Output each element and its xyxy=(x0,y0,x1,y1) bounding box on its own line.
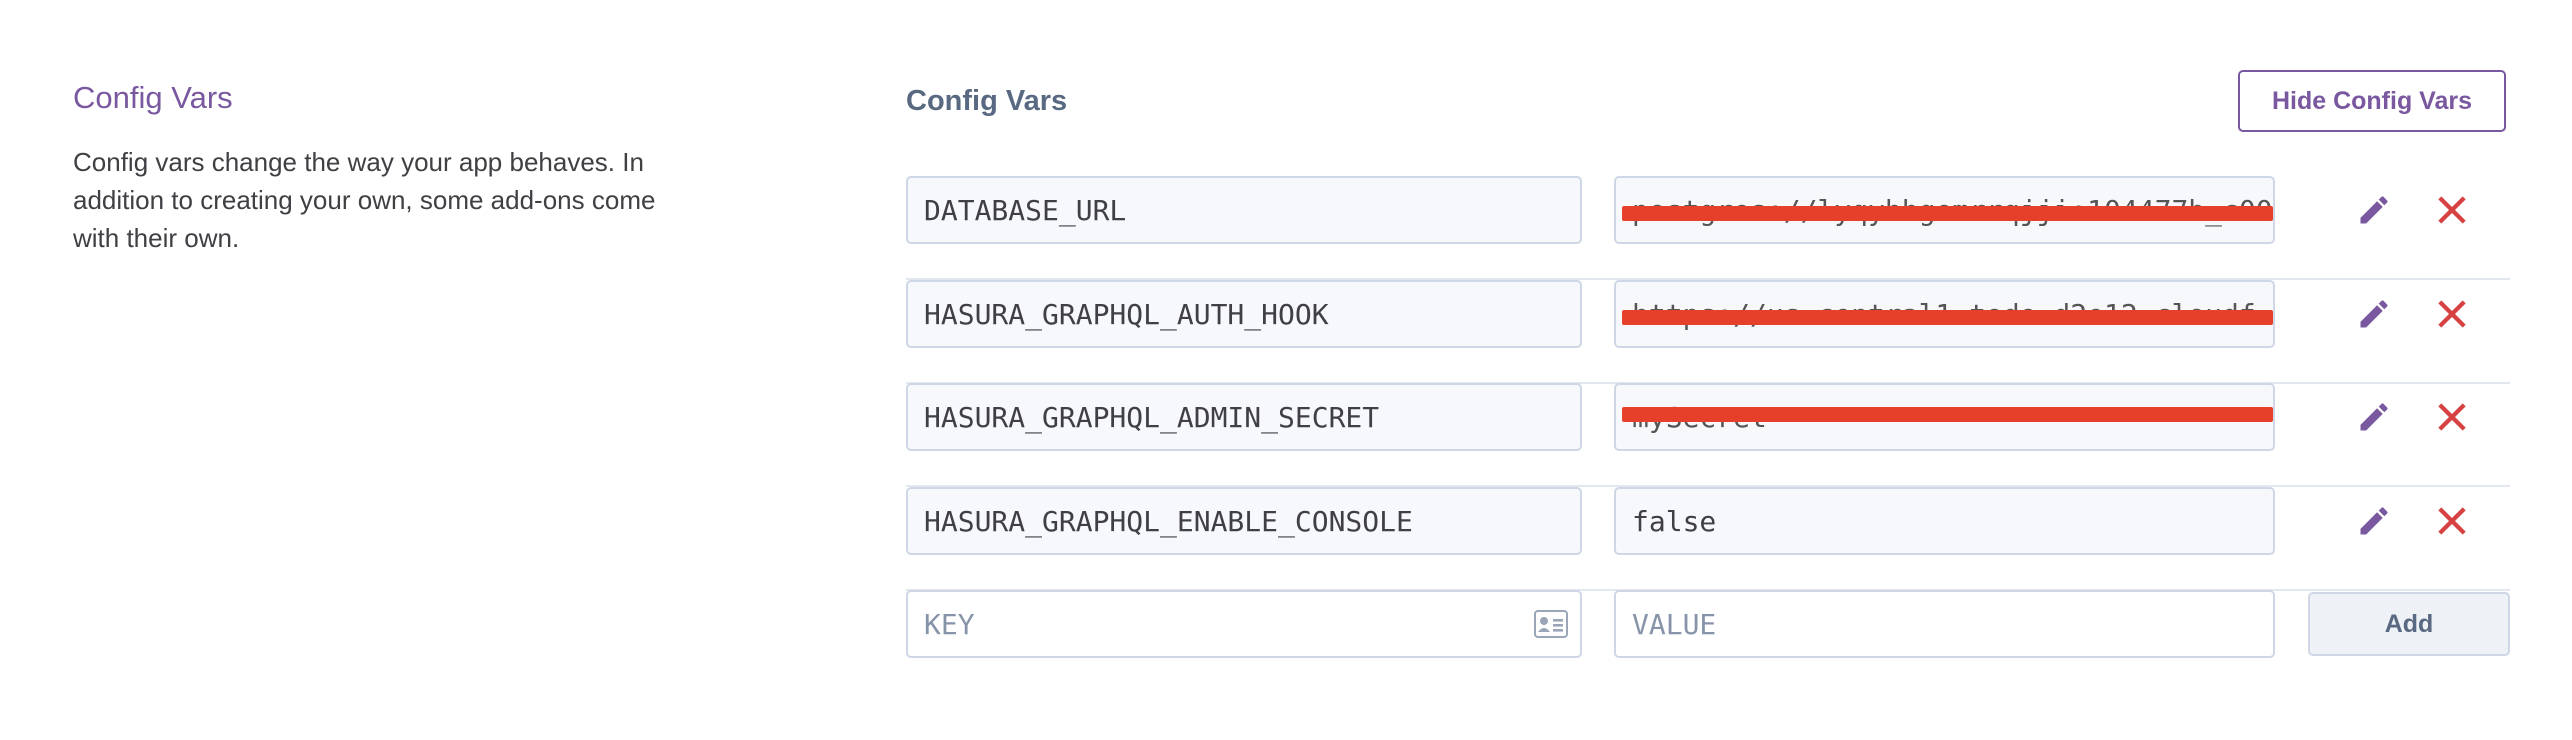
close-icon[interactable] xyxy=(2436,298,2468,330)
section-description-text: Config vars change the way your app beha… xyxy=(73,147,656,253)
hide-config-vars-button[interactable]: Hide Config Vars xyxy=(2238,70,2506,132)
pencil-icon[interactable] xyxy=(2356,399,2392,435)
config-var-value[interactable]: postgres://lyqyhhgemrrqjji:104477b_c00 xyxy=(1614,176,2275,244)
config-var-key-text: HASURA_GRAPHQL_ENABLE_CONSOLE xyxy=(924,504,1413,538)
new-key-field xyxy=(906,590,1582,658)
redaction-mark xyxy=(1622,407,2273,422)
redaction-mark xyxy=(1622,310,2273,325)
config-var-row: HASURA_GRAPHQL_ADMIN_SECRET mySecret xyxy=(906,383,2510,487)
config-var-row: DATABASE_URL postgres://lyqyhhgemrrqjji:… xyxy=(906,176,2510,280)
add-button[interactable]: Add xyxy=(2308,592,2510,656)
config-vars-heading: Config Vars xyxy=(906,85,1068,117)
new-config-var-row: Add xyxy=(906,590,2510,660)
close-icon[interactable] xyxy=(2436,505,2468,537)
config-var-key-text: HASURA_GRAPHQL_ADMIN_SECRET xyxy=(924,400,1380,434)
key-input[interactable] xyxy=(924,592,1580,656)
config-var-key[interactable]: HASURA_GRAPHQL_AUTH_HOOK xyxy=(906,280,1582,348)
pencil-icon[interactable] xyxy=(2356,503,2392,539)
redaction-mark xyxy=(1622,206,2273,221)
config-vars-page: Config Vars Config vars change the way y… xyxy=(0,0,2572,740)
config-var-row: HASURA_GRAPHQL_AUTH_HOOK https://us-cent… xyxy=(906,280,2510,384)
config-var-value[interactable]: mySecret xyxy=(1614,383,2275,451)
config-var-key[interactable]: DATABASE_URL xyxy=(906,176,1582,244)
config-var-value[interactable]: false xyxy=(1614,487,2275,555)
config-var-row: HASURA_GRAPHQL_ENABLE_CONSOLE false xyxy=(906,487,2510,591)
new-value-field xyxy=(1614,590,2275,658)
close-icon[interactable] xyxy=(2436,194,2468,226)
config-var-key-text: DATABASE_URL xyxy=(924,193,1127,227)
id-card-icon xyxy=(1534,610,1568,638)
value-input[interactable] xyxy=(1632,592,2273,656)
config-var-value-text: false xyxy=(1632,504,1717,538)
config-var-key[interactable]: HASURA_GRAPHQL_ENABLE_CONSOLE xyxy=(906,487,1582,555)
pencil-icon[interactable] xyxy=(2356,296,2392,332)
close-icon[interactable] xyxy=(2436,401,2468,433)
config-var-key-text: HASURA_GRAPHQL_AUTH_HOOK xyxy=(924,297,1329,331)
config-var-value[interactable]: https://us-central1-todo-d2e12.cloudf xyxy=(1614,280,2275,348)
section-description: Config vars change the way your app beha… xyxy=(73,143,673,257)
pencil-icon[interactable] xyxy=(2356,192,2392,228)
config-var-key[interactable]: HASURA_GRAPHQL_ADMIN_SECRET xyxy=(906,383,1582,451)
section-title: Config Vars xyxy=(73,80,233,115)
